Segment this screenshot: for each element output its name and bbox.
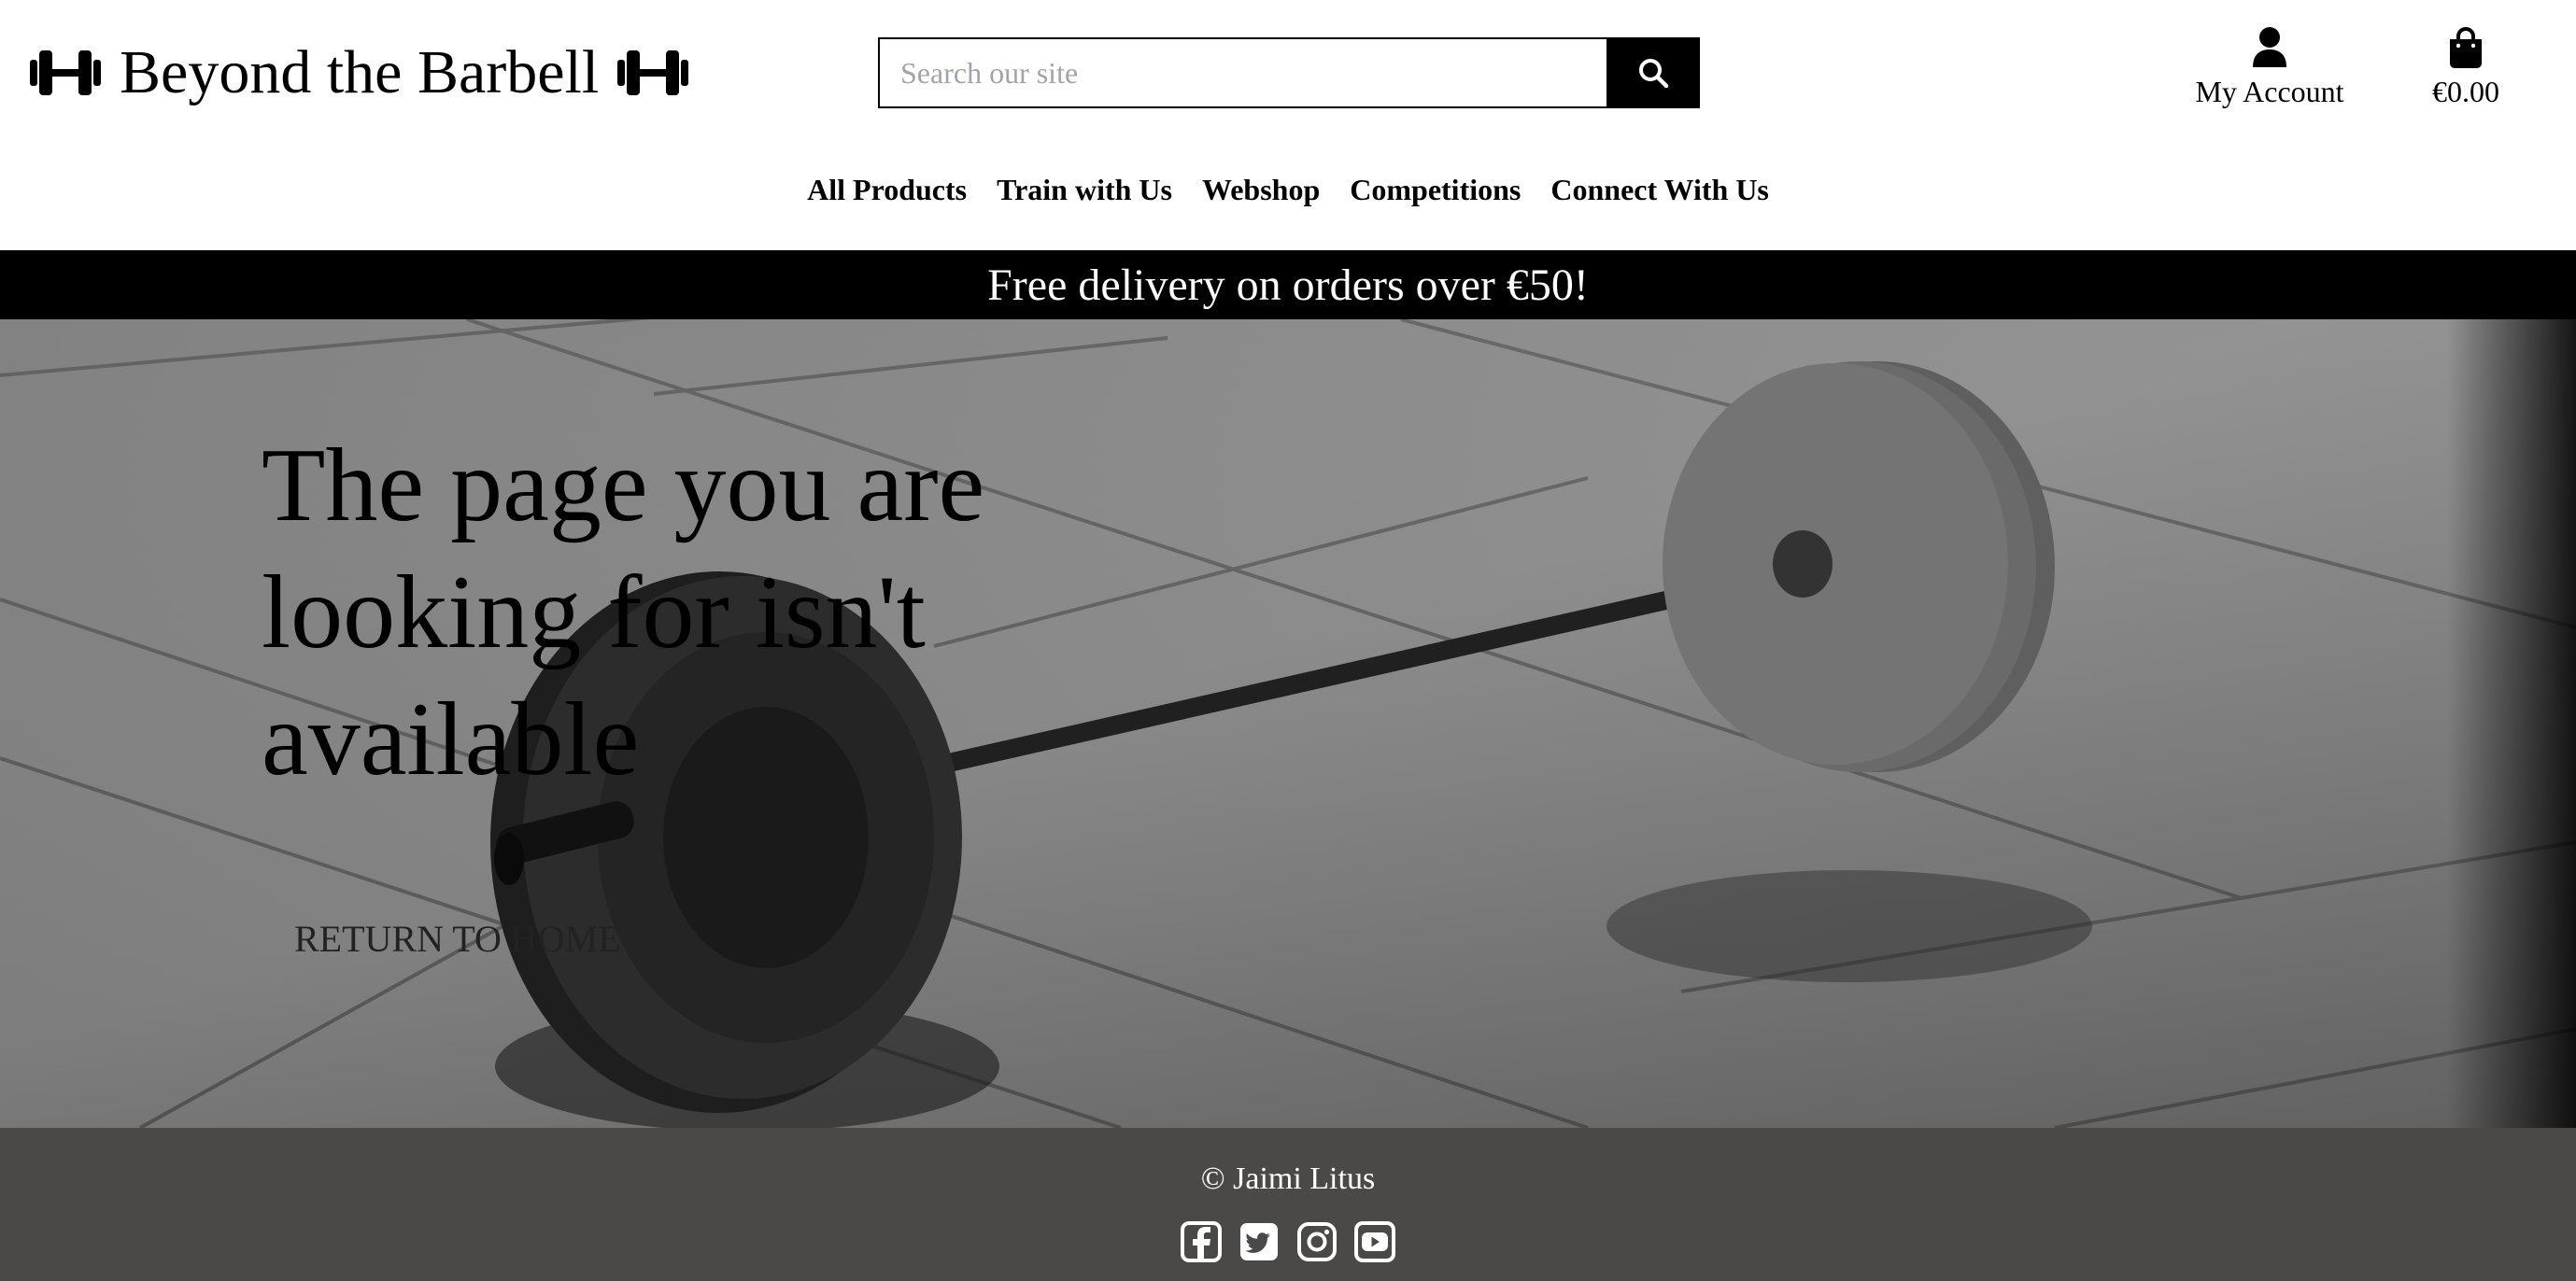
site-header: Beyond the Barbell My Account	[0, 0, 2576, 250]
delivery-banner-text: Free delivery on orders over €50!	[987, 260, 1589, 310]
cart-link[interactable]: €0.00	[2410, 26, 2522, 109]
instagram-icon[interactable]	[1296, 1221, 1338, 1262]
cart-total: €0.00	[2432, 75, 2499, 108]
nav-item-webshop[interactable]: Webshop	[1202, 173, 1320, 207]
copyright-text: © Jaimi Litus	[1200, 1161, 1376, 1196]
return-to-home-link[interactable]: RETURN TO HOME	[294, 917, 621, 961]
social-links	[0, 1221, 2576, 1262]
nav-item-competitions[interactable]: Competitions	[1350, 173, 1521, 207]
youtube-icon[interactable]	[1354, 1221, 1395, 1262]
my-account-link[interactable]: My Account	[2186, 26, 2354, 109]
site-footer: © Jaimi Litus	[0, 1128, 2576, 1281]
site-logo[interactable]: Beyond the Barbell	[28, 35, 690, 110]
shopping-bag-icon	[2450, 27, 2482, 68]
delivery-banner: Free delivery on orders over €50!	[0, 250, 2576, 319]
dumbbell-icon	[30, 50, 101, 95]
error-heading: The page you are looking for isn't avail…	[262, 428, 985, 797]
search-icon	[1639, 59, 1669, 89]
hero-section: The page you are looking for isn't avail…	[0, 319, 2576, 1128]
brand-name: Beyond the Barbell	[120, 38, 600, 106]
my-account-label: My Account	[2195, 75, 2344, 108]
twitter-icon[interactable]	[1238, 1221, 1280, 1262]
facebook-icon[interactable]	[1181, 1221, 1222, 1262]
nav-item-train-with-us[interactable]: Train with Us	[997, 173, 1172, 207]
search-bar	[878, 37, 1700, 108]
user-icon	[2253, 27, 2286, 67]
search-input[interactable]	[878, 37, 1606, 108]
main-nav: All Products Train with Us Webshop Compe…	[0, 173, 2576, 207]
search-button[interactable]	[1606, 37, 1700, 108]
nav-item-connect-with-us[interactable]: Connect With Us	[1550, 173, 1769, 207]
nav-item-all-products[interactable]: All Products	[807, 173, 967, 207]
dumbbell-icon	[617, 50, 689, 95]
